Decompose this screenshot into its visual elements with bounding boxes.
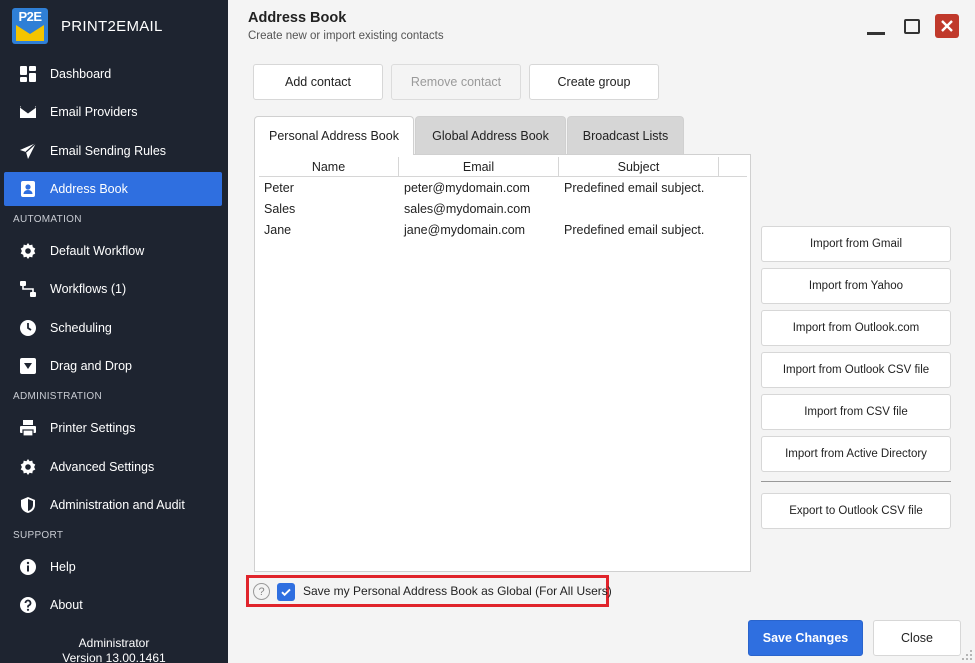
- maximize-button[interactable]: [900, 14, 924, 38]
- sidebar-item-drag-and-drop[interactable]: Drag and Drop: [4, 349, 222, 383]
- section-label-automation: AUTOMATION: [13, 214, 82, 225]
- sidebar-item-label: Workflows (1): [50, 282, 127, 296]
- app-version: Version 13.00.1461: [62, 651, 166, 663]
- maximize-icon: [904, 18, 920, 34]
- cell-name: Peter: [264, 180, 294, 195]
- sidebar-item-label: Default Workflow: [50, 244, 145, 258]
- print2email-logo: P2E: [12, 8, 48, 44]
- sidebar-item-address-book[interactable]: Address Book: [4, 172, 222, 206]
- close-window-button[interactable]: [935, 14, 959, 38]
- logo-text: P2E: [18, 9, 42, 24]
- envelope-icon: [19, 103, 37, 121]
- sidebar-item-label: Address Book: [50, 182, 128, 196]
- import-gmail-button[interactable]: Import from Gmail: [761, 226, 951, 262]
- sidebar-item-label: Email Sending Rules: [50, 144, 167, 158]
- close-button[interactable]: Close: [873, 620, 961, 656]
- cell-email: peter@mydomain.com: [404, 180, 530, 195]
- sidebar-item-email-sending-rules[interactable]: Email Sending Rules: [4, 134, 222, 168]
- sidebar-item-label: Administration and Audit: [50, 498, 185, 512]
- cell-email: sales@mydomain.com: [404, 201, 531, 216]
- cell-name: Sales: [264, 201, 296, 216]
- user-info: Administrator Version 13.00.1461: [0, 636, 228, 663]
- sidebar-item-administration-and-audit[interactable]: Administration and Audit: [4, 488, 222, 522]
- page-subtitle: Create new or import existing contacts: [248, 30, 444, 42]
- paper-plane-icon: [19, 142, 37, 160]
- table-row[interactable]: Sales sales@mydomain.com: [259, 198, 747, 219]
- sidebar-item-advanced-settings[interactable]: Advanced Settings: [4, 450, 222, 484]
- import-active-directory-button[interactable]: Import from Active Directory: [761, 436, 951, 472]
- drop-icon: [19, 357, 37, 375]
- sidebar-item-label: Help: [50, 560, 76, 574]
- close-icon: [941, 20, 953, 32]
- question-icon: [19, 596, 37, 614]
- import-outlook-com-button[interactable]: Import from Outlook.com: [761, 310, 951, 346]
- minimize-button[interactable]: [864, 14, 888, 38]
- remove-contact-button[interactable]: Remove contact: [391, 64, 521, 100]
- save-changes-button[interactable]: Save Changes: [748, 620, 863, 656]
- info-icon: [19, 558, 37, 576]
- column-header-subject[interactable]: Subject: [559, 157, 719, 177]
- sidebar-item-printer-settings[interactable]: Printer Settings: [4, 411, 222, 445]
- printer-icon: [19, 419, 37, 437]
- cell-email: jane@mydomain.com: [404, 222, 526, 237]
- sidebar-item-label: Email Providers: [50, 105, 138, 119]
- table-row[interactable]: Peter peter@mydomain.com Predefined emai…: [259, 177, 747, 198]
- checkmark-icon: [281, 588, 291, 597]
- sidebar-item-about[interactable]: About: [4, 588, 222, 622]
- tab-global-address-book[interactable]: Global Address Book: [415, 116, 566, 154]
- import-outlook-csv-button[interactable]: Import from Outlook CSV file: [761, 352, 951, 388]
- tab-broadcast-lists[interactable]: Broadcast Lists: [567, 116, 684, 154]
- user-name: Administrator: [78, 636, 150, 650]
- import-csv-button[interactable]: Import from CSV file: [761, 394, 951, 430]
- brand: P2E PRINT2EMAIL: [12, 8, 163, 44]
- tab-personal-address-book[interactable]: Personal Address Book: [254, 116, 414, 155]
- workflow-icon: [19, 280, 37, 298]
- sidebar: P2E PRINT2EMAIL Dashboard Email Provider…: [0, 0, 228, 663]
- sidebar-item-default-workflow[interactable]: Default Workflow: [4, 234, 222, 268]
- column-header-name[interactable]: Name: [259, 157, 399, 177]
- gear-icon: [19, 458, 37, 476]
- shield-icon: [19, 496, 37, 514]
- dashboard-icon: [19, 65, 37, 83]
- sidebar-item-email-providers[interactable]: Email Providers: [4, 95, 222, 129]
- sidebar-item-label: Scheduling: [50, 321, 112, 335]
- table-header: Name Email Subject: [259, 157, 747, 177]
- add-contact-button[interactable]: Add contact: [253, 64, 383, 100]
- section-label-administration: ADMINISTRATION: [13, 391, 103, 402]
- divider: [761, 481, 951, 482]
- cell-subject: Predefined email subject.: [564, 180, 705, 195]
- envelope-logo-icon: [16, 25, 44, 41]
- sidebar-item-label: Printer Settings: [50, 421, 136, 435]
- clock-icon: [19, 319, 37, 337]
- cell-subject: Predefined email subject.: [564, 222, 705, 237]
- section-label-support: SUPPORT: [13, 530, 64, 541]
- help-icon[interactable]: ?: [253, 583, 270, 600]
- create-group-button[interactable]: Create group: [529, 64, 659, 100]
- sidebar-item-scheduling[interactable]: Scheduling: [4, 311, 222, 345]
- page-title: Address Book: [248, 10, 347, 26]
- sidebar-item-label: Dashboard: [50, 67, 112, 81]
- save-global-checkbox[interactable]: [277, 583, 295, 601]
- cell-name: Jane: [264, 222, 292, 237]
- export-outlook-csv-button[interactable]: Export to Outlook CSV file: [761, 493, 951, 529]
- sidebar-item-dashboard[interactable]: Dashboard: [4, 57, 222, 91]
- import-yahoo-button[interactable]: Import from Yahoo: [761, 268, 951, 304]
- contact-card-icon: [19, 180, 37, 198]
- sidebar-item-label: Advanced Settings: [50, 460, 155, 474]
- sidebar-item-help[interactable]: Help: [4, 550, 222, 584]
- gear-icon: [19, 242, 37, 260]
- contacts-table: Name Email Subject Peter peter@mydomain.…: [254, 154, 751, 572]
- resize-grip-icon[interactable]: [962, 650, 972, 660]
- column-header-email[interactable]: Email: [399, 157, 559, 177]
- sidebar-item-workflows[interactable]: Workflows (1): [4, 272, 222, 306]
- brand-name: PRINT2EMAIL: [61, 17, 163, 35]
- sidebar-item-label: About: [50, 598, 83, 612]
- sidebar-item-label: Drag and Drop: [50, 359, 132, 373]
- minimize-icon: [867, 31, 885, 35]
- table-row[interactable]: Jane jane@mydomain.com Predefined email …: [259, 219, 747, 240]
- save-global-label[interactable]: Save my Personal Address Book as Global …: [303, 584, 612, 598]
